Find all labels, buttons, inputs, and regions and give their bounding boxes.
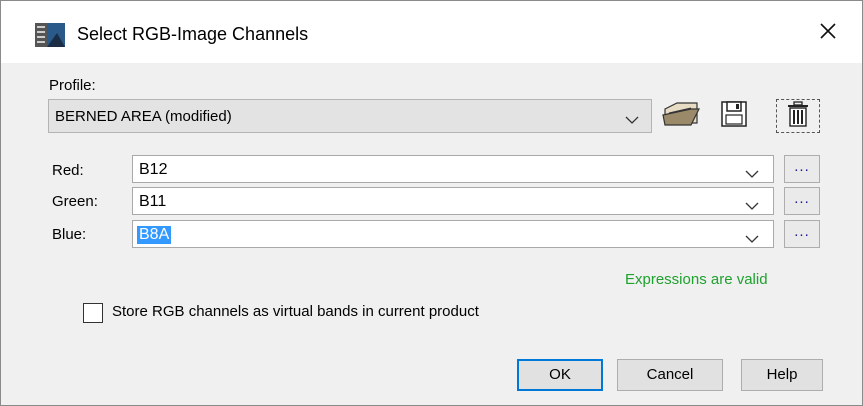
dialog-window: Select RGB-Image Channels Profile: BERNE… [0,0,863,406]
virtual-bands-label: Store RGB channels as virtual bands in c… [112,303,479,320]
image-channels-icon [35,23,65,47]
close-icon [819,22,837,44]
dialog-title: Select RGB-Image Channels [77,24,309,44]
blue-label: Blue: [52,226,87,243]
open-folder-icon [661,101,701,131]
chevron-down-icon [745,231,759,243]
green-expression-value: B11 [139,193,167,210]
ok-button[interactable]: OK [517,359,603,391]
green-edit-button[interactable]: ... [784,187,820,215]
trash-icon [786,101,810,131]
profile-select[interactable]: BERNED AREA (modified) [48,99,652,133]
chevron-down-icon [745,166,759,178]
save-profile-button[interactable] [717,99,751,133]
blue-expression-value: B8A [137,226,172,244]
dialog-content: Profile: BERNED AREA (modified) Red: B12… [1,63,862,405]
help-button[interactable]: Help [741,359,823,391]
title-bar: Select RGB-Image Channels [1,1,862,63]
green-expression-combo[interactable]: B11 [132,187,774,215]
chevron-down-icon [625,112,639,124]
blue-edit-button[interactable]: ... [784,220,820,248]
cancel-button[interactable]: Cancel [617,359,723,391]
open-profile-button[interactable] [659,99,703,133]
blue-expression-combo[interactable]: B8A [132,220,774,248]
close-button[interactable] [811,17,845,49]
chevron-down-icon [745,198,759,210]
red-expression-combo[interactable]: B12 [132,155,774,183]
red-expression-value: B12 [139,161,168,178]
delete-profile-button[interactable] [776,99,820,133]
profile-value: BERNED AREA (modified) [55,108,232,125]
validation-status: Expressions are valid [625,271,768,288]
save-disk-icon [720,100,748,132]
virtual-bands-checkbox[interactable] [83,303,103,323]
profile-label: Profile: [49,77,96,94]
red-edit-button[interactable]: ... [784,155,820,183]
red-label: Red: [52,162,84,179]
green-label: Green: [52,193,98,210]
